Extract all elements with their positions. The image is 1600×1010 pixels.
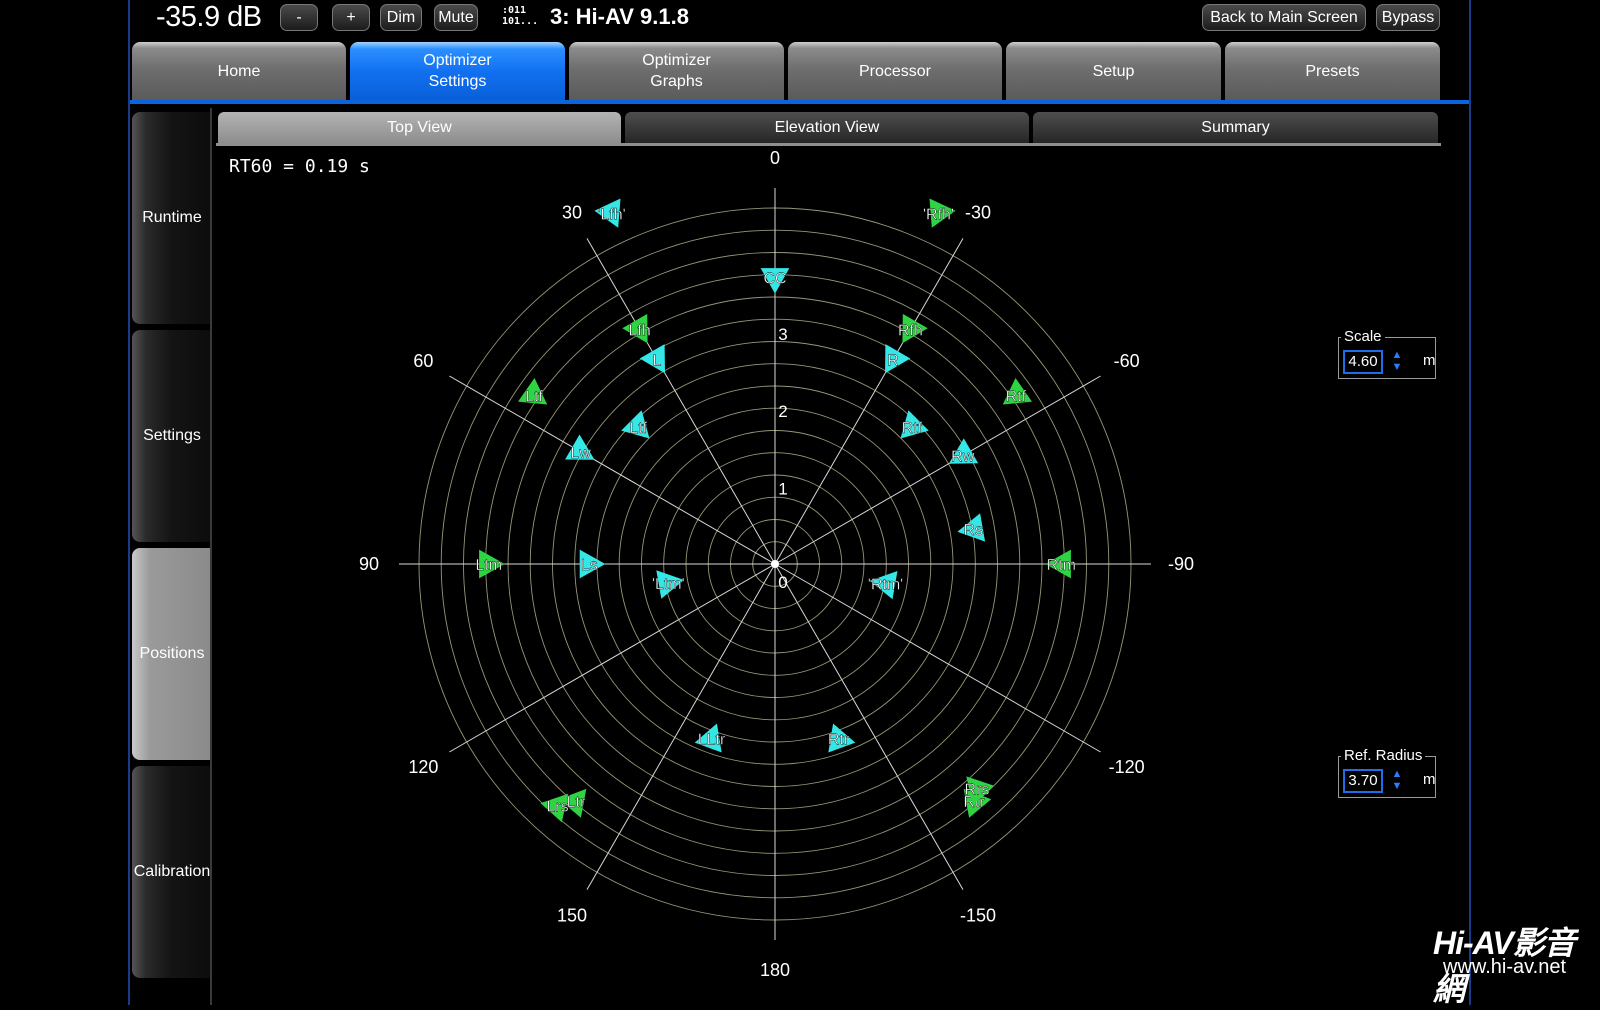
volume-up-button[interactable]: + (332, 4, 370, 31)
top-bar: -35.9 dB - + Dim Mute :011 101... 3: Hi-… (130, 0, 1469, 34)
speaker-label: L (653, 353, 662, 370)
speaker-label: Rs (963, 522, 983, 539)
speaker-label: 'Rfh' (923, 206, 954, 223)
speaker-label: Ltf (629, 420, 647, 437)
scale-control: Scale 4.60 ▲ ▼ m (1338, 328, 1436, 379)
grid-spoke (586, 563, 776, 890)
speaker-label: Rtr (828, 732, 850, 749)
radius-label: 3 (778, 325, 787, 344)
main-tabs: Home Optimizer Settings Optimizer Graphs… (130, 42, 1469, 100)
subtab-top-view[interactable]: Top View (218, 112, 621, 143)
angle-label: 0 (770, 148, 780, 168)
scale-label: Scale (1341, 328, 1385, 346)
speaker-label: Ls (581, 557, 598, 574)
angle-label: -90 (1168, 554, 1194, 574)
angle-label: -60 (1114, 351, 1140, 371)
ref-radius-stepper[interactable]: ▲ ▼ (1391, 768, 1403, 794)
origin-dot (771, 560, 779, 568)
grid-spoke (449, 375, 776, 565)
angle-label: -150 (960, 906, 996, 926)
speaker-label: CC (763, 271, 786, 288)
tab-home-label: Home (217, 62, 261, 80)
tab-optimizer-settings-label: Optimizer Settings (423, 52, 492, 90)
bits-line-1: :011 (502, 5, 527, 16)
grid-spoke (774, 238, 964, 565)
volume-readout: -35.9 dB (156, 1, 262, 33)
tab-setup[interactable]: Setup (1006, 42, 1221, 100)
bitstream-indicator: :011 101... (502, 5, 538, 27)
speaker-label: LLtr (698, 732, 726, 749)
angle-label: 150 (557, 906, 587, 926)
grid-spoke (774, 563, 1101, 753)
speaker-position-plot[interactable]: 0 -30 -60 -90 -120 -150 180 150 120 90 60 30 0 1 2 3 CC L… (130, 146, 1469, 1005)
speaker-label: Rfh (898, 322, 923, 339)
scale-unit: m (1423, 352, 1436, 369)
preset-title: 3: Hi-AV 9.1.8 (550, 4, 689, 29)
ref-radius-label: Ref. Radius (1341, 747, 1426, 765)
dim-button[interactable]: Dim (380, 4, 422, 31)
speaker-label: Ltf (525, 388, 543, 405)
tab-optimizer-settings[interactable]: Optimizer Settings (350, 42, 565, 100)
bypass-button[interactable]: Bypass (1376, 4, 1440, 31)
speaker-label: Lrs (546, 799, 568, 816)
speaker-label: Lw (570, 445, 591, 462)
speaker-label: Rrs (965, 781, 990, 798)
angle-label: -120 (1109, 757, 1145, 777)
volume-down-button[interactable]: - (280, 4, 318, 31)
subtab-elevation-view[interactable]: Elevation View (625, 112, 1029, 143)
grid-spoke (774, 563, 964, 890)
speaker-label: Rtf (1006, 388, 1027, 405)
angle-label: 90 (359, 554, 379, 574)
bits-line-2: 101... (502, 16, 539, 27)
tab-home[interactable]: Home (132, 42, 346, 100)
tab-optimizer-graphs[interactable]: Optimizer Graphs (569, 42, 784, 100)
mute-button[interactable]: Mute (434, 4, 478, 31)
tab-underline (130, 100, 1469, 104)
angle-label: 30 (562, 202, 582, 222)
speaker-label: Ltm (475, 557, 502, 574)
watermark-url: www.hi-av.net (1443, 956, 1567, 978)
ref-radius-unit: m (1423, 771, 1436, 788)
radius-label: 1 (778, 480, 787, 499)
ref-radius-input[interactable]: 3.70 (1343, 769, 1383, 793)
angle-label: -30 (965, 202, 991, 222)
speaker-label: Ltr (567, 794, 586, 811)
angle-label: 180 (760, 960, 790, 980)
speaker-label: Rw (951, 449, 975, 466)
back-to-main-button[interactable]: Back to Main Screen (1202, 4, 1366, 31)
angle-label: 60 (413, 351, 433, 371)
grid-spoke (449, 563, 776, 753)
tab-setup-label: Setup (1092, 62, 1135, 80)
speaker-label: 'Rtm' (868, 577, 903, 594)
ref-radius-control: Ref. Radius 3.70 ▲ ▼ m (1338, 747, 1436, 798)
tab-optimizer-graphs-label: Optimizer Graphs (642, 52, 711, 90)
radius-label: 2 (778, 402, 787, 421)
angle-label: 120 (408, 757, 438, 777)
optimizer-app: -35.9 dB - + Dim Mute :011 101... 3: Hi-… (128, 0, 1471, 1005)
speaker-label: Lfh (628, 322, 650, 339)
speaker-label: 'Ltm' (652, 576, 685, 593)
tab-presets-label: Presets (1305, 62, 1360, 80)
radius-label: 0 (778, 573, 787, 592)
grid-spoke (774, 375, 1101, 565)
speaker-label: R (887, 353, 899, 370)
speaker-label: Rtf (902, 420, 923, 437)
scale-stepper[interactable]: ▲ ▼ (1391, 349, 1403, 375)
tab-presets[interactable]: Presets (1225, 42, 1440, 100)
scale-input[interactable]: 4.60 (1343, 350, 1383, 374)
tab-processor[interactable]: Processor (788, 42, 1002, 100)
subtab-summary[interactable]: Summary (1033, 112, 1438, 143)
speaker-label: Rtm (1047, 557, 1076, 574)
tab-processor-label: Processor (858, 62, 932, 80)
speaker-label: 'Lfh' (597, 206, 625, 223)
grid-spoke (586, 238, 776, 565)
